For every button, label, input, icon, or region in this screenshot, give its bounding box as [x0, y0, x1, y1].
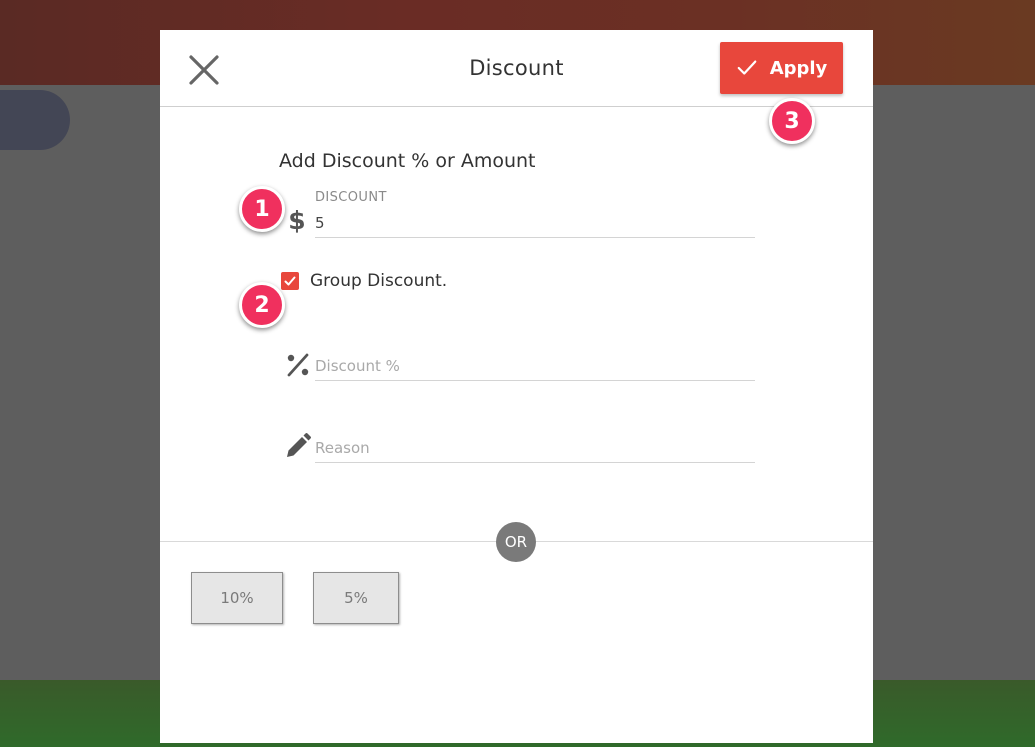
- section-heading: Add Discount % or Amount: [279, 150, 536, 172]
- preset-10-percent-button[interactable]: 10%: [191, 572, 283, 624]
- callout-badge-1: 1: [239, 186, 285, 232]
- callout-badge-3: 3: [769, 98, 815, 144]
- apply-button-label: Apply: [769, 57, 828, 79]
- discount-percent-input[interactable]: [315, 351, 755, 381]
- background-avatar: [0, 90, 70, 150]
- dialog-header: Discount Apply: [160, 30, 873, 107]
- dollar-icon: $: [288, 206, 306, 235]
- or-separator: OR: [496, 522, 536, 562]
- check-icon: [737, 60, 757, 75]
- discount-dialog: Discount Apply Add Discount % or Amount …: [160, 30, 873, 743]
- group-discount-label: Group Discount.: [310, 271, 448, 291]
- apply-button[interactable]: Apply: [720, 42, 843, 94]
- group-discount-checkbox[interactable]: [281, 272, 299, 290]
- percent-icon: [287, 353, 309, 377]
- discount-amount-input[interactable]: [315, 208, 755, 238]
- reason-input[interactable]: [315, 433, 755, 463]
- discount-field-label: DISCOUNT: [315, 190, 387, 205]
- callout-badge-2: 2: [239, 282, 285, 328]
- check-icon: [284, 276, 296, 286]
- preset-5-percent-button[interactable]: 5%: [313, 572, 399, 624]
- pencil-icon: [287, 433, 311, 457]
